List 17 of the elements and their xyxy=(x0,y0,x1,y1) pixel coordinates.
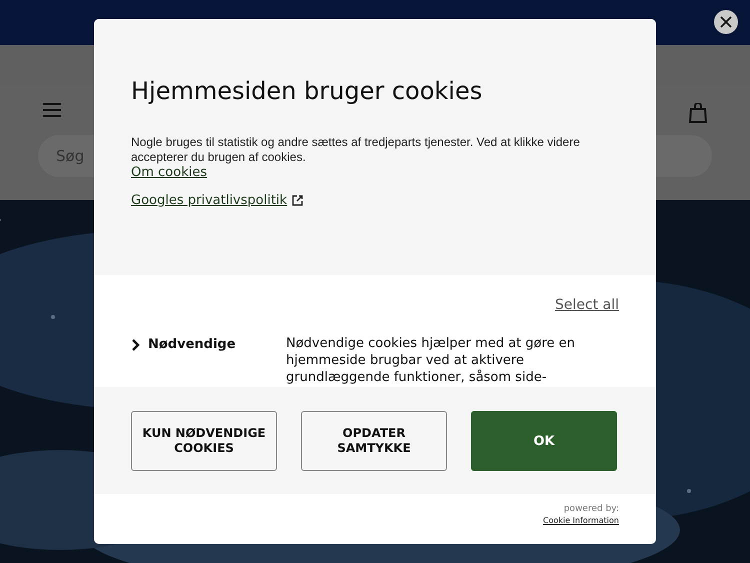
shopping-bag-icon[interactable] xyxy=(689,103,707,123)
select-all-link[interactable]: Select all xyxy=(555,297,619,313)
category-name[interactable]: Nødvendige xyxy=(148,337,236,352)
chevron-icon[interactable] xyxy=(131,338,140,350)
category-description: Nødvendige cookies hjælper med at gøre en hjemmeside brugbar ved at aktivere grundlæggende funktioner, såsom side- xyxy=(286,335,576,386)
menu-icon[interactable] xyxy=(43,103,61,117)
policy-link[interactable]: Googles privatlivspolitik xyxy=(131,193,288,208)
dialog-title: Hjemmesiden bruger cookies xyxy=(131,77,484,105)
intro-text: Nogle bruges til statistik og andre sættes af tredjeparts tjenester. Ved at klikke videre accepterer du brugen af cookies. xyxy=(131,135,581,165)
consent-button[interactable]: OK xyxy=(471,411,617,471)
external-link-icon xyxy=(292,195,304,206)
close-icon xyxy=(720,16,732,28)
consent-button[interactable]: KUN NØDVENDIGE COOKIES xyxy=(131,411,277,471)
provider-link[interactable]: Cookie Information xyxy=(542,516,619,525)
policy-link[interactable]: Om cookies xyxy=(131,165,207,180)
powered-by-text: powered by: xyxy=(564,504,619,514)
consent-button[interactable]: OPDATER SAMTYKKE xyxy=(301,411,447,471)
